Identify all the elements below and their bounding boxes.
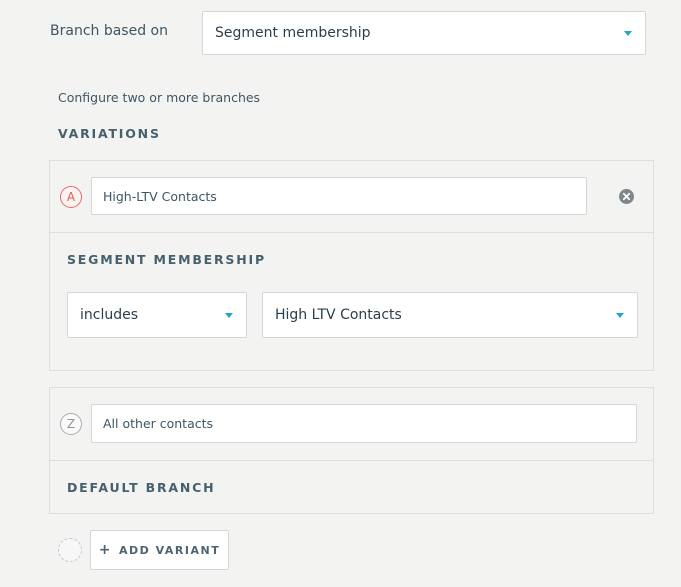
membership-operator-value: includes	[80, 307, 139, 323]
chevron-down-icon	[624, 31, 632, 36]
variant-z-badge: Z	[60, 413, 82, 435]
segment-value: High LTV Contacts	[275, 307, 402, 323]
variant-z-name-value: All other contacts	[103, 416, 214, 431]
close-icon	[622, 192, 631, 201]
plus-icon: +	[98, 542, 113, 558]
add-variant-label: ADD VARIANT	[119, 543, 221, 557]
add-variant-button[interactable]: + ADD VARIANT	[90, 530, 229, 570]
branch-type-value: Segment membership	[215, 25, 371, 41]
configure-branches-hint: Configure two or more branches	[58, 90, 261, 105]
variant-a-badge: A	[60, 186, 82, 208]
membership-operator-select[interactable]: includes	[67, 292, 247, 338]
chevron-down-icon	[616, 313, 624, 318]
variant-a-name-input[interactable]: High-LTV Contacts	[91, 177, 587, 215]
variant-z-header: Z All other contacts	[50, 388, 653, 461]
chevron-down-icon	[225, 313, 233, 318]
variations-heading: VARIATIONS	[58, 126, 161, 141]
variant-a-name-value: High-LTV Contacts	[103, 188, 217, 204]
branch-type-select[interactable]: Segment membership	[202, 11, 646, 55]
remove-variant-icon[interactable]	[619, 189, 634, 204]
branch-based-on-label: Branch based on	[50, 23, 168, 39]
segment-membership-heading: SEGMENT MEMBERSHIP	[67, 252, 266, 267]
variant-a-header: A High-LTV Contacts	[50, 161, 653, 233]
segment-select[interactable]: High LTV Contacts	[262, 292, 638, 338]
variant-z-name-input[interactable]: All other contacts	[91, 404, 637, 443]
variant-z-card: Z All other contacts DEFAULT BRANCH	[49, 387, 654, 514]
new-variant-placeholder-icon	[58, 538, 82, 562]
variant-a-card: A High-LTV Contacts SEGMENT MEMBERSHIP i…	[49, 160, 654, 371]
default-branch-heading: DEFAULT BRANCH	[67, 480, 216, 495]
